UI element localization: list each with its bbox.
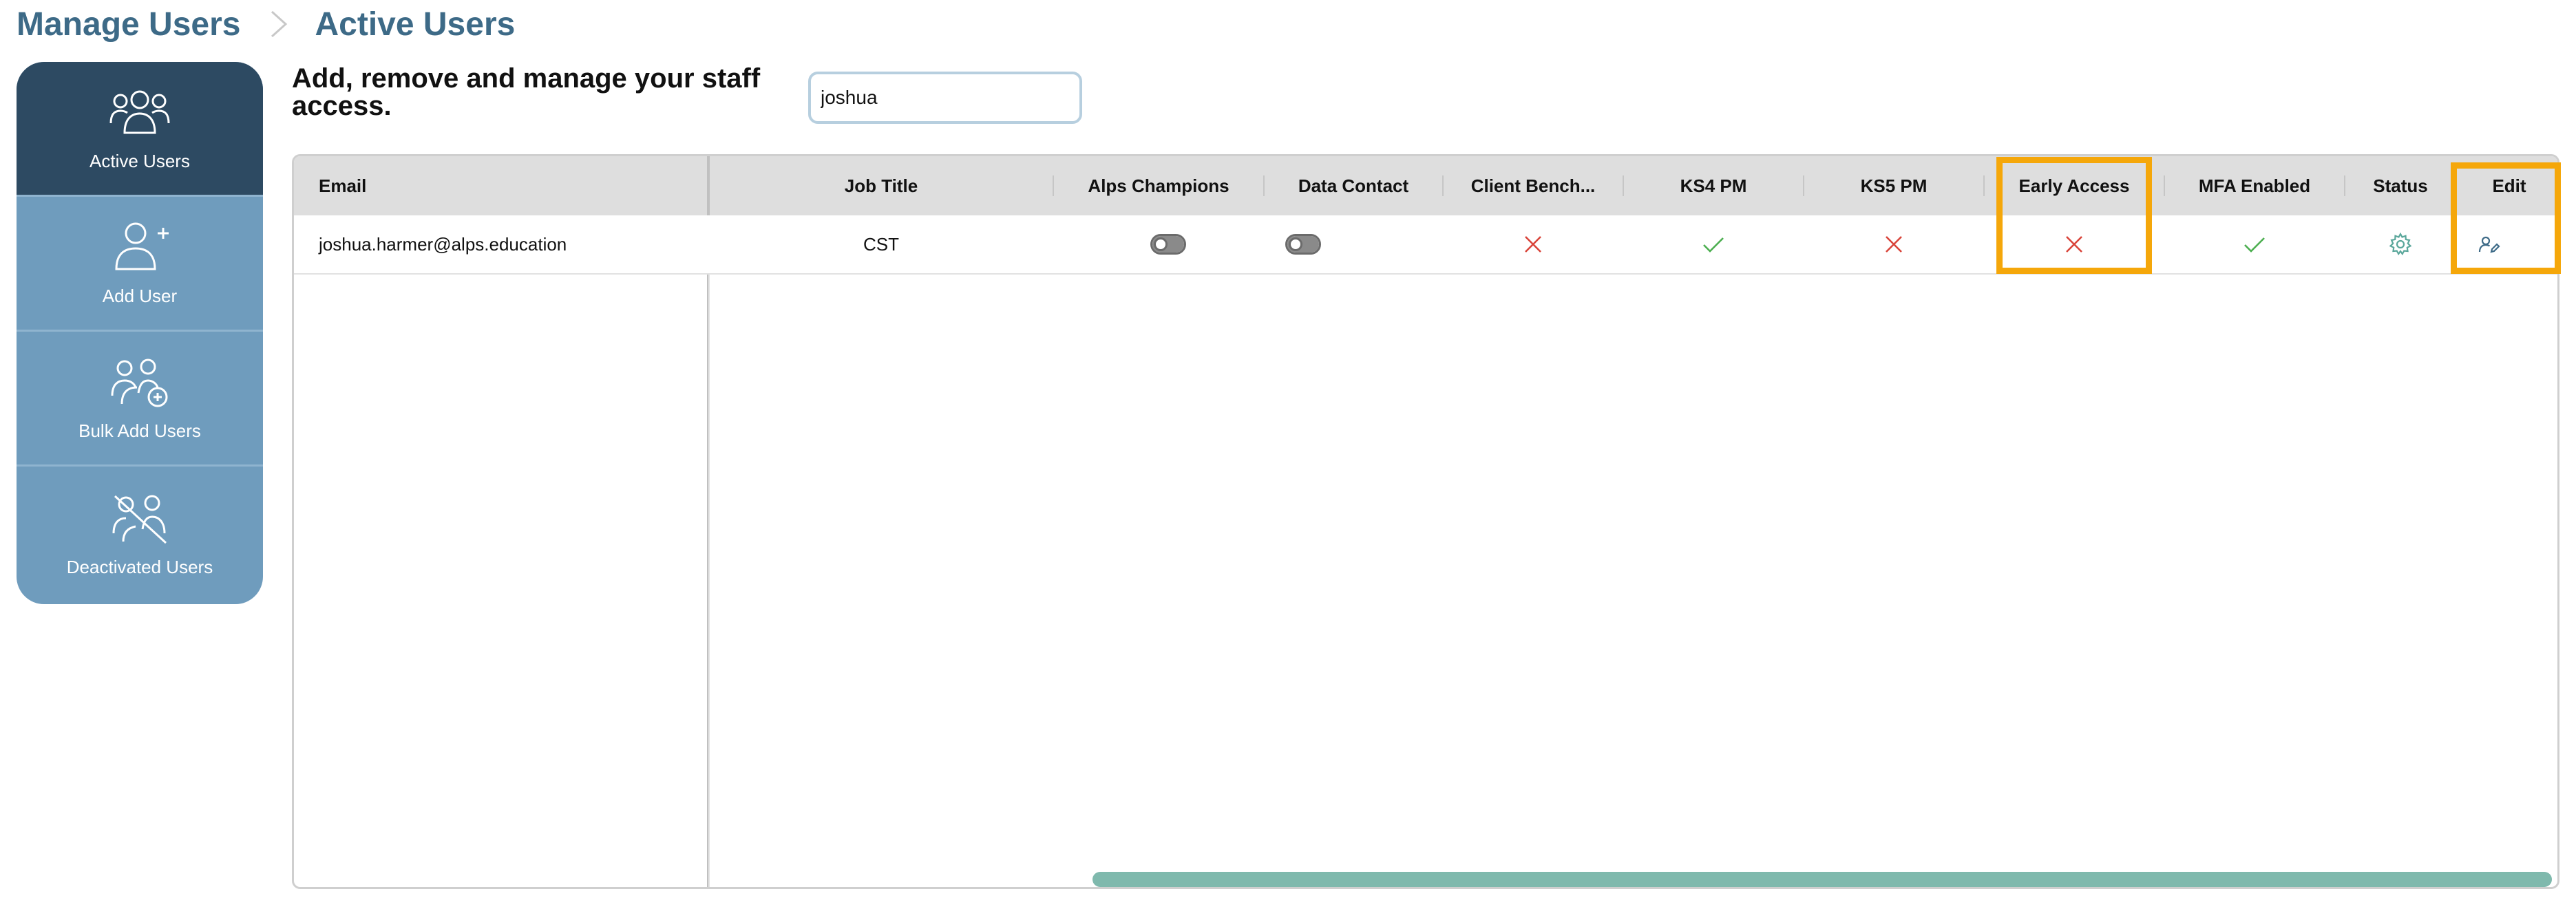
column-header-edit[interactable]: Edit xyxy=(2457,156,2557,215)
cell-mfa-enabled xyxy=(2165,215,2344,273)
column-header-alps-champions[interactable]: Alps Champions xyxy=(1054,156,1263,215)
column-header-ks5-pm[interactable]: KS5 PM xyxy=(1804,156,1983,215)
sidebar-item-deactivated-users[interactable]: Deactivated Users xyxy=(17,467,263,601)
intro-text: Add, remove and manage your staff access… xyxy=(292,63,761,121)
cell-client-bench xyxy=(1444,215,1623,273)
user-plus-icon xyxy=(108,220,171,275)
column-header-status[interactable]: Status xyxy=(2345,156,2456,215)
breadcrumb-parent[interactable]: Manage Users xyxy=(17,6,240,43)
check-icon xyxy=(1702,233,1725,256)
cross-icon xyxy=(1882,233,1905,256)
cell-ks5-pm xyxy=(1804,215,1983,273)
cell-data-contact xyxy=(1265,215,1442,273)
sidebar-item-active-users[interactable]: Active Users xyxy=(17,62,263,197)
cell-ks4-pm xyxy=(1624,215,1803,273)
sidebar-item-label: Bulk Add Users xyxy=(78,420,201,441)
pinned-column-divider-body xyxy=(708,273,710,887)
breadcrumb: Manage Users Active Users xyxy=(17,0,515,48)
breadcrumb-current: Active Users xyxy=(315,6,516,43)
column-header-data-contact[interactable]: Data Contact xyxy=(1265,156,1442,215)
sidebar-item-label: Add User xyxy=(102,286,178,306)
toggle-knob xyxy=(1154,237,1168,251)
table-row[interactable]: joshua.harmer@alps.education CST xyxy=(294,215,2557,275)
users-plus-icon xyxy=(108,354,171,409)
column-header-email[interactable]: Email xyxy=(294,156,707,215)
cell-alps-champions xyxy=(1054,215,1263,273)
cell-early-access xyxy=(1985,215,2164,273)
column-header-ks4-pm[interactable]: KS4 PM xyxy=(1624,156,1803,215)
table-header-row: Email Job Title Alps Champions Data Cont… xyxy=(294,156,2557,217)
edit-user-icon[interactable] xyxy=(2478,233,2501,256)
search-input[interactable] xyxy=(808,72,1082,124)
gear-icon[interactable] xyxy=(2389,233,2412,256)
data-contact-toggle[interactable] xyxy=(1285,234,1321,255)
alps-champions-toggle[interactable] xyxy=(1150,234,1186,255)
column-header-client-bench[interactable]: Client Bench... xyxy=(1444,156,1623,215)
cross-icon xyxy=(2062,233,2086,256)
cell-job-title: CST xyxy=(863,233,899,255)
sidebar-item-add-user[interactable]: Add User xyxy=(17,197,263,332)
cell-email: joshua.harmer@alps.education xyxy=(319,233,567,255)
cross-icon xyxy=(1521,233,1545,256)
users-slash-icon xyxy=(108,491,171,546)
cell-status xyxy=(2345,215,2456,273)
check-icon xyxy=(2243,233,2266,256)
column-header-mfa-enabled[interactable]: MFA Enabled xyxy=(2165,156,2344,215)
sidebar: Active Users Add User Bulk Add Users Dea… xyxy=(17,62,263,604)
column-header-job-title[interactable]: Job Title xyxy=(710,156,1053,215)
users-table: Email Job Title Alps Champions Data Cont… xyxy=(292,154,2559,889)
sidebar-item-label: Deactivated Users xyxy=(66,556,213,577)
users-icon xyxy=(108,85,171,140)
sidebar-item-bulk-add-users[interactable]: Bulk Add Users xyxy=(17,332,263,467)
column-header-early-access[interactable]: Early Access xyxy=(1985,156,2164,215)
horizontal-scrollbar[interactable] xyxy=(1092,872,2552,887)
toggle-knob xyxy=(1289,237,1302,251)
cell-edit xyxy=(2457,215,2557,273)
sidebar-item-label: Active Users xyxy=(89,151,190,171)
chevron-right-icon xyxy=(258,3,299,45)
